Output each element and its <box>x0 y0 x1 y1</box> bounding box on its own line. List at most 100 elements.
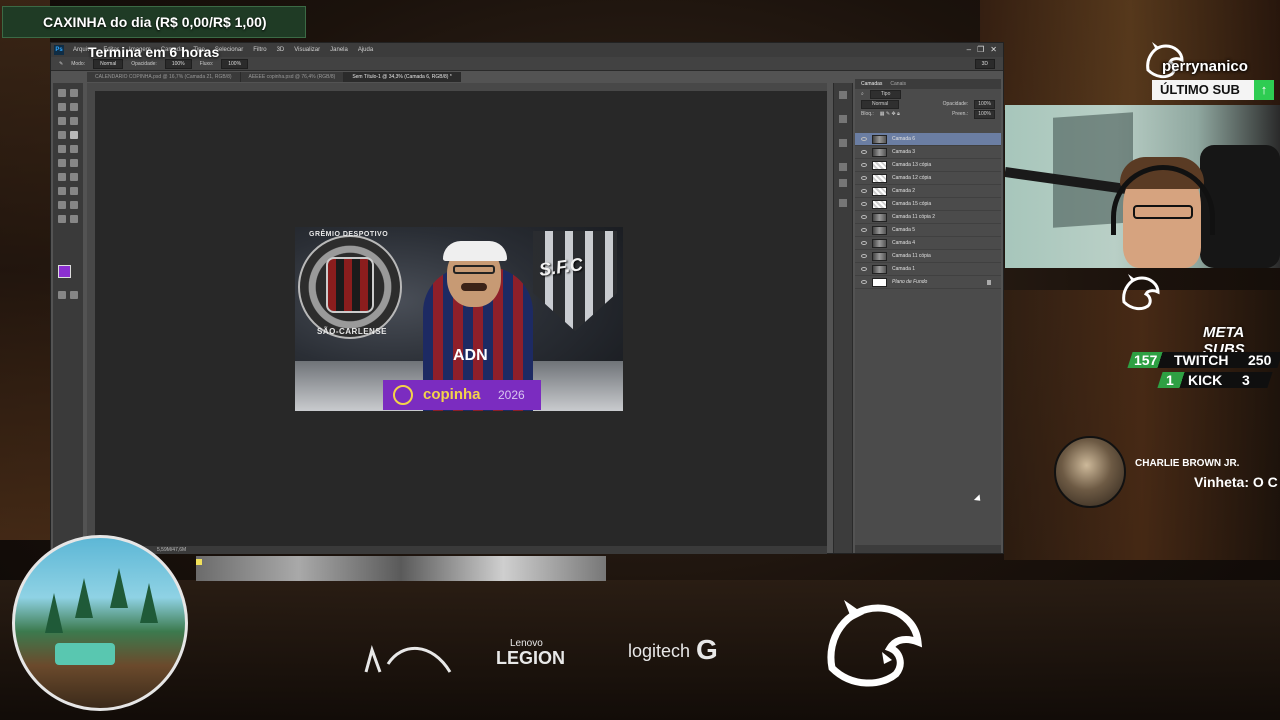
brush-preset-icon[interactable]: ✎ <box>59 61 63 67</box>
blend-mode-select[interactable]: Normal <box>861 99 900 109</box>
layer-row[interactable]: Camada 1 <box>855 263 1001 276</box>
document-tab[interactable]: AEEEE copinha.psd @ 76,4% (RGB/8) <box>240 72 345 82</box>
layer-row[interactable]: Camada 4 <box>855 237 1001 250</box>
eraser-tool-icon[interactable] <box>58 159 66 167</box>
adjustments-panel-icon[interactable] <box>839 139 847 147</box>
visibility-eye-icon[interactable] <box>861 176 867 180</box>
layer-name: Camada 1 <box>892 266 916 272</box>
artwork-crest-left <box>298 235 402 339</box>
layer-row[interactable]: Plano de Fundo <box>855 276 1001 289</box>
sponsor-logitech-text: logitech <box>628 641 691 661</box>
opacity-label: Opacidade: <box>131 60 157 67</box>
visibility-eye-icon[interactable] <box>861 137 867 141</box>
menu-item[interactable]: Filtro <box>253 47 266 53</box>
visibility-eye-icon[interactable] <box>861 228 867 232</box>
layer-row[interactable]: Camada 2 <box>855 185 1001 198</box>
stamp-tool-icon[interactable] <box>58 145 66 153</box>
menu-item[interactable]: Janela <box>330 47 348 53</box>
quick-select-tool-icon[interactable] <box>70 103 78 111</box>
move-tool-icon[interactable] <box>58 89 66 97</box>
layer-row[interactable]: Camada 11 cópia <box>855 250 1001 263</box>
close-button[interactable]: ✕ <box>990 45 997 54</box>
layer-list: Camada 6 Camada 3 Camada 13 cópia Camada 12… <box>855 133 1001 289</box>
layer-row[interactable]: Camada 3 <box>855 146 1001 159</box>
shape-tool-icon[interactable] <box>70 201 78 209</box>
layer-thumbnail <box>872 251 887 261</box>
minimize-button[interactable]: – <box>967 45 971 54</box>
layer-row[interactable]: Camada 13 cópia <box>855 159 1001 172</box>
history-panel-icon[interactable] <box>839 91 847 99</box>
crop-tool-icon[interactable] <box>58 117 66 125</box>
gradient-tool-icon[interactable] <box>70 159 78 167</box>
document-tab[interactable]: CALENDARIO COPINHA.psd @ 16,7% (Camada 2… <box>87 72 241 82</box>
flow-input[interactable]: 100% <box>221 58 249 69</box>
visibility-eye-icon[interactable] <box>861 189 867 193</box>
quick-mask-icon[interactable] <box>58 291 66 299</box>
fill-input[interactable]: 100% <box>974 109 995 119</box>
photoshop-logo: Ps <box>54 45 64 55</box>
marquee-tool-icon[interactable] <box>70 89 78 97</box>
now-playing-title: Vinheta: O C <box>1194 474 1278 490</box>
hand-tool-icon[interactable] <box>58 215 66 223</box>
lock-icons[interactable]: ▦ ✎ ✥ 🔒︎ <box>880 111 900 117</box>
lasso-tool-icon[interactable] <box>58 103 66 111</box>
layer-row[interactable]: Camada 15 cópia <box>855 198 1001 211</box>
document-tab-active[interactable]: Sem Título-1 @ 34,3% (Camada 6, RGB/8) * <box>344 72 461 82</box>
healing-tool-icon[interactable] <box>58 131 66 139</box>
latest-sub-name: perrynanico <box>1162 58 1248 75</box>
character-panel-icon[interactable] <box>839 163 847 171</box>
visibility-eye-icon[interactable] <box>861 267 867 271</box>
artwork-person-cap <box>443 241 507 261</box>
layer-row[interactable]: Camada 11 cópia 2 <box>855 211 1001 224</box>
restore-button[interactable]: ❐ <box>977 45 984 54</box>
pen-tool-icon[interactable] <box>58 187 66 195</box>
paragraph-panel-icon[interactable] <box>839 179 847 187</box>
opacity-input[interactable]: 100% <box>164 58 192 69</box>
layer-row[interactable]: Camada 12 cópia <box>855 172 1001 185</box>
brush-tool-icon[interactable] <box>70 131 78 139</box>
foreground-color-swatch[interactable] <box>58 265 71 278</box>
menu-item[interactable]: Visualizar <box>294 47 320 53</box>
panther-logo-icon <box>1122 274 1160 311</box>
layer-row[interactable]: Camada 5 <box>855 224 1001 237</box>
layer-name: Plano de Fundo <box>892 279 928 285</box>
game-tree <box>110 568 128 608</box>
workspace-select[interactable]: 3D <box>974 58 995 69</box>
game-water-pool <box>55 643 115 665</box>
now-playing-artist: CHARLIE BROWN JR. <box>1135 458 1240 469</box>
visibility-eye-icon[interactable] <box>861 215 867 219</box>
donation-goal-timer: Termina em 6 horas <box>88 44 220 60</box>
path-select-tool-icon[interactable] <box>58 201 66 209</box>
sponsor-logo-icon <box>364 645 452 673</box>
zoom-tool-icon[interactable] <box>70 215 78 223</box>
artwork-person-moustache <box>461 283 487 291</box>
layer-opacity-input[interactable]: 100% <box>974 99 995 109</box>
type-tool-icon[interactable] <box>70 187 78 195</box>
visibility-eye-icon[interactable] <box>861 254 867 258</box>
eyedropper-tool-icon[interactable] <box>70 117 78 125</box>
blur-tool-icon[interactable] <box>58 173 66 181</box>
history-brush-tool-icon[interactable] <box>70 145 78 153</box>
webcam-feed <box>1005 105 1280 268</box>
layer-filter-select[interactable]: Tipo <box>869 89 902 99</box>
tab-layers[interactable]: Camadas <box>861 79 882 89</box>
visibility-eye-icon[interactable] <box>861 202 867 206</box>
properties-panel-icon[interactable] <box>839 115 847 123</box>
layer-thumbnail <box>872 134 887 144</box>
layer-name: Camada 6 <box>892 136 916 142</box>
tab-channels[interactable]: Canais <box>890 79 906 89</box>
layer-row[interactable]: Camada 6 <box>855 133 1001 146</box>
tools-preset-panel-icon[interactable] <box>839 199 847 207</box>
dodge-tool-icon[interactable] <box>70 173 78 181</box>
visibility-eye-icon[interactable] <box>861 241 867 245</box>
layer-filter-row: ⌕ Tipo <box>855 89 1001 99</box>
visibility-eye-icon[interactable] <box>861 280 867 284</box>
menu-item[interactable]: 3D <box>277 47 285 53</box>
visibility-eye-icon[interactable] <box>861 150 867 154</box>
mode-select[interactable]: Normal <box>93 58 124 69</box>
status-bar: 5,59M/47,6M <box>87 546 827 554</box>
screen-mode-icon[interactable] <box>70 291 78 299</box>
menu-item[interactable]: Ajuda <box>358 47 373 53</box>
latest-sub-tag: ÚLTIMO SUB ↑ <box>1152 80 1274 100</box>
visibility-eye-icon[interactable] <box>861 163 867 167</box>
